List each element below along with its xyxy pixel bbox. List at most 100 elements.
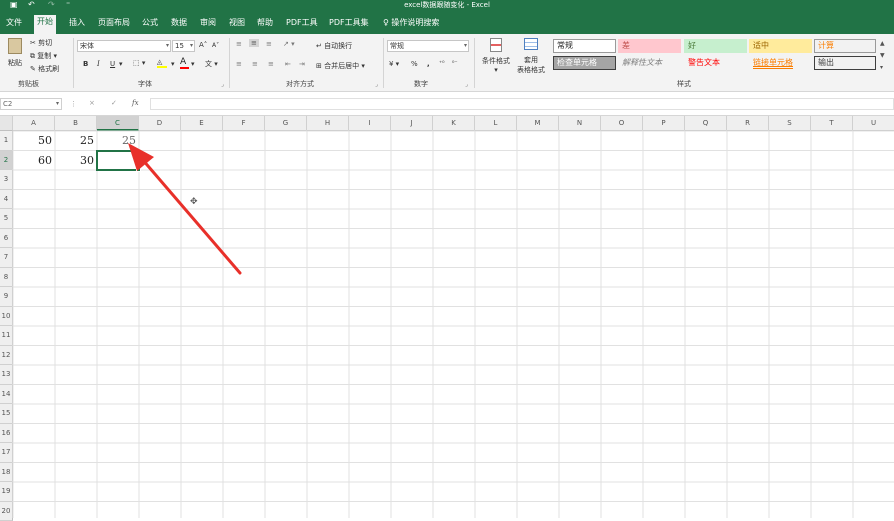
fill-color-button[interactable]: ◬: [157, 58, 167, 68]
cell-style-output[interactable]: 输出: [814, 56, 876, 70]
row-header-5[interactable]: 5: [0, 209, 13, 229]
column-header-s[interactable]: S: [769, 116, 811, 131]
decrease-indent-icon[interactable]: ⇤: [285, 60, 291, 68]
column-header-f[interactable]: F: [223, 116, 265, 131]
column-header-a[interactable]: A: [13, 116, 55, 131]
cell-style-bad[interactable]: 差: [618, 39, 681, 53]
row-header-13[interactable]: 13: [0, 365, 13, 385]
row-header-8[interactable]: 8: [0, 268, 13, 288]
row-header-15[interactable]: 15: [0, 404, 13, 424]
insert-function-icon[interactable]: fx: [132, 99, 139, 107]
row-header-4[interactable]: 4: [0, 190, 13, 210]
column-header-h[interactable]: H: [307, 116, 349, 131]
styles-scroll-up-icon[interactable]: ▲: [880, 40, 885, 47]
column-header-c[interactable]: C: [97, 116, 139, 131]
column-header-p[interactable]: P: [643, 116, 685, 131]
cut-button[interactable]: ✂ 剪切: [30, 38, 52, 48]
tab-formulas[interactable]: 公式: [139, 16, 161, 34]
increase-indent-icon[interactable]: ⇥: [299, 60, 305, 68]
cell-style-warning[interactable]: 警告文本: [684, 56, 747, 70]
column-header-d[interactable]: D: [139, 116, 181, 131]
cell-style-normal[interactable]: 常规: [553, 39, 616, 53]
align-middle-icon[interactable]: ≡: [249, 39, 259, 47]
cell-style-explanatory[interactable]: 解释性文本: [618, 56, 681, 70]
cell-style-calculation[interactable]: 计算: [814, 39, 876, 53]
orientation-icon[interactable]: ↗ ▾: [283, 40, 295, 48]
percent-button[interactable]: %: [411, 60, 418, 68]
column-header-j[interactable]: J: [391, 116, 433, 131]
tell-me-search[interactable]: ♀ 操作说明搜索: [380, 16, 442, 34]
column-header-l[interactable]: L: [475, 116, 517, 131]
formula-input[interactable]: [150, 98, 894, 110]
column-header-k[interactable]: K: [433, 116, 475, 131]
wrap-text-button[interactable]: ↵ 自动换行: [316, 41, 352, 51]
column-header-i[interactable]: I: [349, 116, 391, 131]
currency-icon[interactable]: ¥ ▾: [389, 60, 399, 68]
cell-style-neutral[interactable]: 适中: [749, 39, 812, 53]
fill-dropdown-icon[interactable]: ▾: [171, 60, 175, 68]
conditional-formatting-button[interactable]: 条件格式 ▾: [480, 38, 512, 74]
align-center-icon[interactable]: ≡: [252, 60, 258, 68]
name-box[interactable]: C2▾: [0, 98, 62, 110]
align-left-icon[interactable]: ≡: [236, 60, 242, 68]
number-dialog-launcher-icon[interactable]: ⌟: [465, 81, 468, 88]
shrink-font-button[interactable]: A˅: [212, 42, 219, 49]
cell-a1[interactable]: 50: [13, 131, 55, 151]
number-format-select[interactable]: 常规▾: [387, 40, 469, 52]
row-header-1[interactable]: 1: [0, 131, 13, 151]
underline-button[interactable]: U: [110, 60, 115, 68]
row-header-10[interactable]: 10: [0, 307, 13, 327]
increase-decimal-icon[interactable]: ⁺⁰: [439, 60, 445, 67]
italic-button[interactable]: I: [97, 60, 100, 68]
row-header-19[interactable]: 19: [0, 482, 13, 502]
decrease-decimal-icon[interactable]: ⁰⁻: [452, 60, 458, 67]
cell-style-good[interactable]: 好: [684, 39, 747, 53]
cell-a2[interactable]: 60: [13, 151, 55, 171]
paste-button[interactable]: 粘贴: [6, 38, 24, 68]
fill-handle[interactable]: [136, 167, 141, 172]
alignment-dialog-launcher-icon[interactable]: ⌟: [375, 81, 378, 88]
styles-scroll-down-icon[interactable]: ▼: [880, 52, 885, 59]
row-header-3[interactable]: 3: [0, 170, 13, 190]
column-header-u[interactable]: U: [853, 116, 894, 131]
row-header-9[interactable]: 9: [0, 287, 13, 307]
row-header-6[interactable]: 6: [0, 229, 13, 249]
cell-style-check-cell[interactable]: 检查单元格: [553, 56, 616, 70]
copy-button[interactable]: ⧉ 复制 ▾: [30, 51, 57, 61]
worksheet-grid[interactable]: ABCDEFGHIJKLMNOPQRSTU 123456789101112131…: [0, 116, 894, 518]
tab-page-layout[interactable]: 页面布局: [95, 16, 133, 34]
font-name-select[interactable]: 宋体▾: [77, 40, 171, 52]
font-dialog-launcher-icon[interactable]: ⌟: [221, 81, 224, 88]
column-header-t[interactable]: T: [811, 116, 853, 131]
font-size-select[interactable]: 15▾: [172, 40, 195, 52]
tab-data[interactable]: 数据: [168, 16, 190, 34]
row-header-18[interactable]: 18: [0, 463, 13, 483]
grow-font-button[interactable]: A˄: [199, 41, 207, 49]
tab-review[interactable]: 审阅: [197, 16, 219, 34]
column-header-n[interactable]: N: [559, 116, 601, 131]
tab-view[interactable]: 视图: [226, 16, 248, 34]
underline-dropdown-icon[interactable]: ▾: [119, 60, 123, 68]
column-header-m[interactable]: M: [517, 116, 559, 131]
phonetic-icon[interactable]: 文 ▾: [205, 59, 218, 69]
format-as-table-button[interactable]: 套用 表格格式: [513, 38, 549, 75]
select-all-corner[interactable]: [0, 116, 13, 131]
bold-button[interactable]: B: [83, 60, 88, 68]
align-top-icon[interactable]: ≡: [236, 40, 242, 48]
column-header-q[interactable]: Q: [685, 116, 727, 131]
styles-more-icon[interactable]: ▾: [880, 64, 883, 71]
cell-b2[interactable]: 30: [55, 151, 97, 171]
merge-center-button[interactable]: ⊞ 合并后居中 ▾: [316, 61, 365, 71]
row-header-20[interactable]: 20: [0, 502, 13, 521]
column-header-e[interactable]: E: [181, 116, 223, 131]
tab-file[interactable]: 文件: [3, 16, 25, 34]
column-header-b[interactable]: B: [55, 116, 97, 131]
column-header-r[interactable]: R: [727, 116, 769, 131]
cell-b1[interactable]: 25: [55, 131, 97, 151]
column-header-o[interactable]: O: [601, 116, 643, 131]
cancel-icon[interactable]: ×: [89, 99, 95, 107]
tab-pdf-tools[interactable]: PDF工具: [283, 16, 321, 34]
row-header-17[interactable]: 17: [0, 443, 13, 463]
column-header-g[interactable]: G: [265, 116, 307, 131]
row-header-12[interactable]: 12: [0, 346, 13, 366]
